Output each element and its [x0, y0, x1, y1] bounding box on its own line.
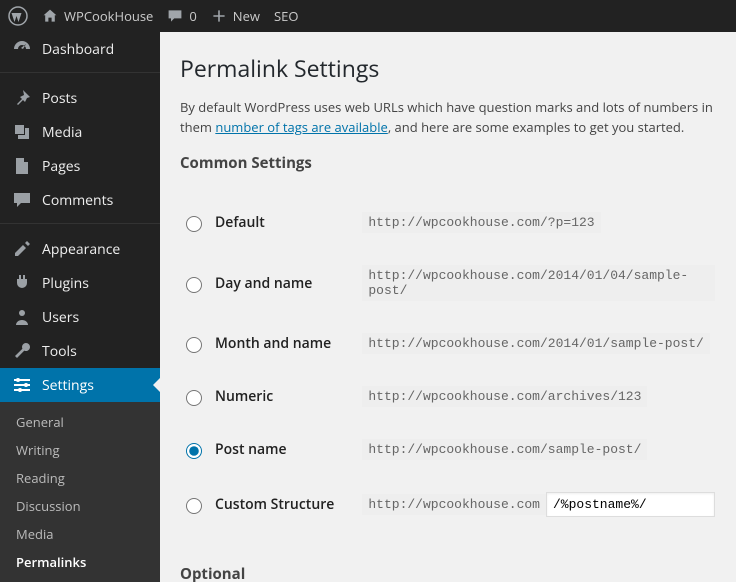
comments-count: 0 [189, 7, 196, 25]
menu-plugins[interactable]: Plugins [0, 266, 160, 300]
comment-icon [12, 190, 32, 210]
menu-appearance[interactable]: Appearance [0, 232, 160, 266]
seo-label: SEO [274, 7, 298, 25]
submenu-writing[interactable]: Writing [0, 436, 160, 464]
option-label: Default [215, 213, 265, 232]
intro-tags-link[interactable]: number of tags are available [215, 118, 387, 136]
radio-default[interactable] [186, 216, 202, 232]
example-url: http://wpcookhouse.com/2014/01/04/sample… [362, 265, 715, 301]
option-label: Day and name [215, 274, 312, 293]
settings-submenu: General Writing Reading Discussion Media… [0, 402, 160, 582]
intro-text-after: , and here are some examples to get you … [388, 118, 685, 136]
admin-bar: WPCookHouse 0 New SEO [0, 0, 736, 32]
common-settings-heading: Common Settings [180, 153, 716, 173]
site-name: WPCookHouse [64, 7, 153, 25]
tools-icon [12, 341, 32, 361]
plus-icon [211, 8, 227, 24]
menu-dashboard[interactable]: Dashboard [0, 32, 160, 66]
settings-icon [12, 375, 32, 395]
radio-numeric[interactable] [186, 390, 202, 406]
appearance-icon [12, 239, 32, 259]
new-content-link[interactable]: New [211, 7, 260, 25]
radio-month-and-name[interactable] [186, 337, 202, 353]
content-area: Permalink Settings By default WordPress … [160, 32, 736, 582]
intro-paragraph: By default WordPress uses web URLs which… [180, 98, 716, 137]
admin-sidebar: Dashboard Posts Media Pages Comments App… [0, 32, 160, 582]
menu-label: Appearance [42, 240, 120, 259]
site-name-link[interactable]: WPCookHouse [42, 7, 153, 25]
comments-link[interactable]: 0 [167, 7, 196, 25]
submenu-media[interactable]: Media [0, 520, 160, 548]
users-icon [12, 307, 32, 327]
submenu-permalinks[interactable]: Permalinks [0, 548, 160, 576]
menu-label: Dashboard [42, 40, 114, 59]
option-label: Month and name [215, 334, 331, 353]
page-title: Permalink Settings [180, 52, 716, 84]
menu-tools[interactable]: Tools [0, 334, 160, 368]
menu-pages[interactable]: Pages [0, 149, 160, 183]
option-label: Custom Structure [215, 495, 334, 514]
custom-prefix: http://wpcookhouse.com [362, 494, 546, 515]
menu-label: Plugins [42, 274, 89, 293]
option-label: Numeric [215, 387, 273, 406]
menu-media[interactable]: Media [0, 115, 160, 149]
example-url: http://wpcookhouse.com/2014/01/sample-po… [362, 333, 709, 354]
radio-day-and-name[interactable] [186, 277, 202, 293]
seo-link[interactable]: SEO [274, 7, 298, 25]
submenu-discussion[interactable]: Discussion [0, 492, 160, 520]
menu-label: Settings [42, 376, 94, 395]
menu-settings[interactable]: Settings [0, 368, 160, 402]
permalink-options: Default http://wpcookhouse.com/?p=123 Da… [180, 181, 716, 548]
menu-separator [0, 72, 160, 81]
new-label: New [233, 7, 260, 25]
radio-post-name[interactable] [186, 443, 202, 459]
radio-custom-structure[interactable] [186, 498, 202, 514]
menu-label: Tools [42, 342, 77, 361]
menu-comments[interactable]: Comments [0, 183, 160, 217]
menu-label: Media [42, 123, 82, 142]
menu-label: Posts [42, 89, 77, 108]
comment-icon [167, 8, 183, 24]
example-url: http://wpcookhouse.com/?p=123 [362, 212, 600, 233]
menu-label: Comments [42, 191, 113, 210]
submenu-reading[interactable]: Reading [0, 464, 160, 492]
menu-users[interactable]: Users [0, 300, 160, 334]
menu-posts[interactable]: Posts [0, 81, 160, 115]
dashboard-icon [12, 39, 32, 59]
wp-logo[interactable] [8, 6, 28, 26]
media-icon [12, 122, 32, 142]
home-icon [42, 8, 58, 24]
menu-label: Users [42, 308, 79, 327]
custom-structure-input[interactable] [546, 492, 715, 517]
example-url: http://wpcookhouse.com/sample-post/ [362, 439, 647, 460]
menu-separator [0, 223, 160, 232]
plugins-icon [12, 273, 32, 293]
wordpress-icon [8, 6, 28, 26]
menu-label: Pages [42, 157, 80, 176]
pages-icon [12, 156, 32, 176]
pin-icon [12, 88, 32, 108]
optional-heading: Optional [180, 564, 716, 582]
submenu-general[interactable]: General [0, 408, 160, 436]
example-url: http://wpcookhouse.com/archives/123 [362, 386, 647, 407]
option-label: Post name [215, 440, 287, 459]
